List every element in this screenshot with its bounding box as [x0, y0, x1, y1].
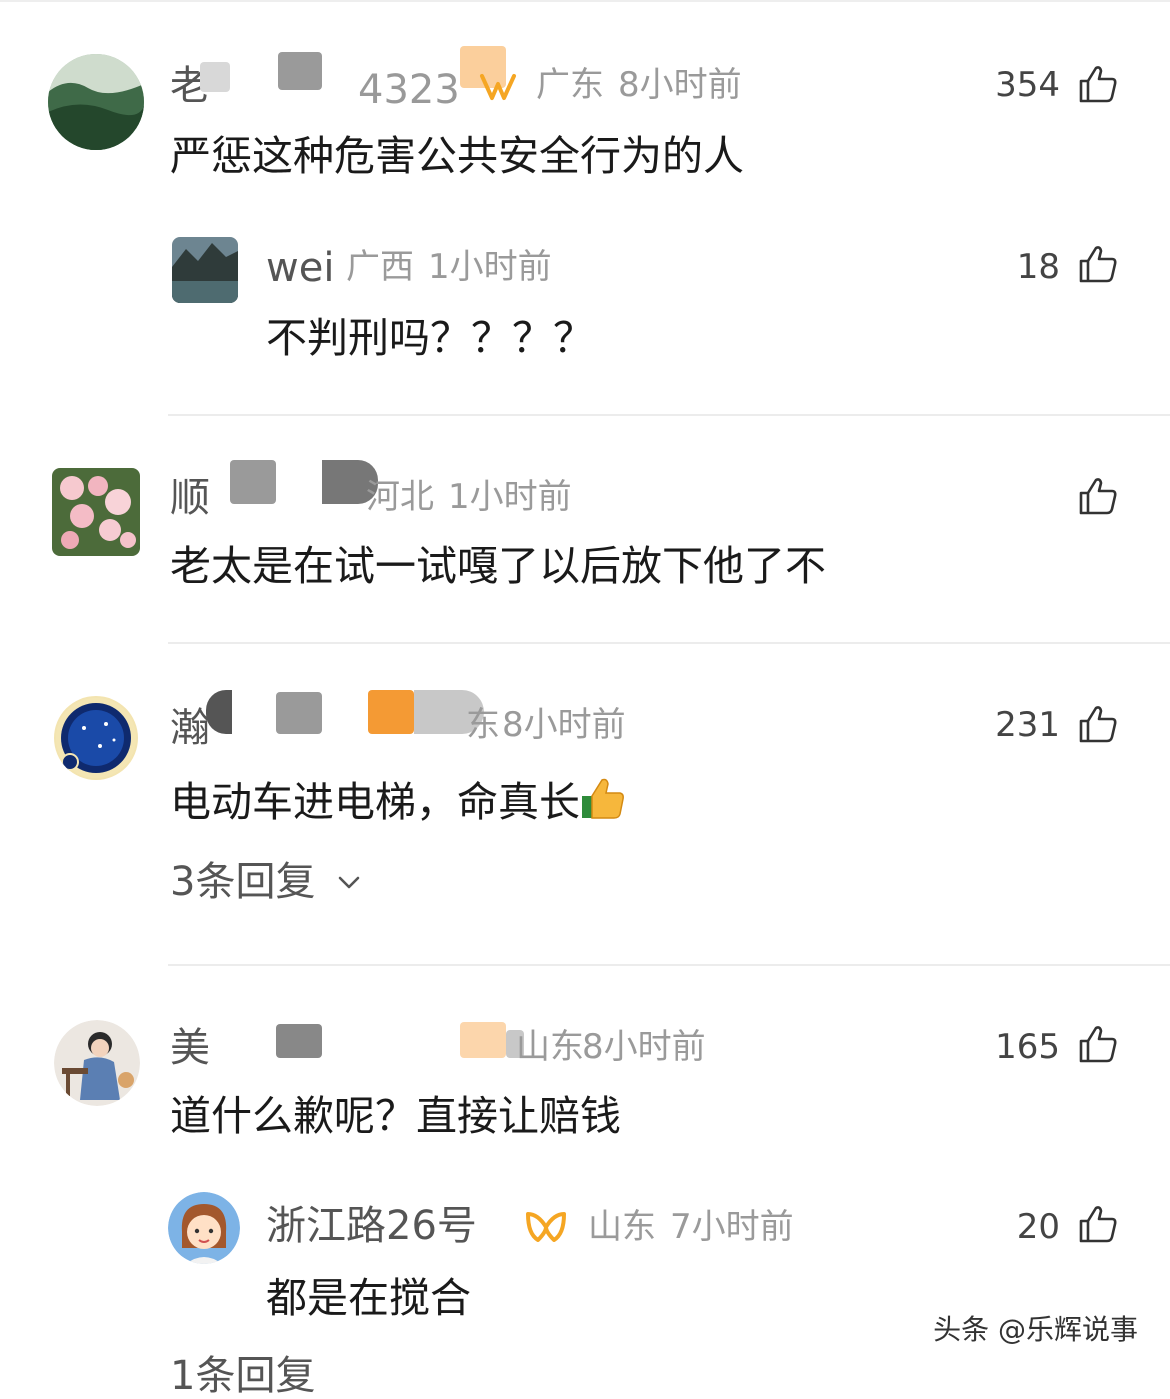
- comment-text: 道什么歉呢？直接让赔钱: [170, 1092, 621, 1140]
- privacy-mask: [276, 692, 322, 734]
- divider: [168, 964, 1170, 966]
- like-icon[interactable]: [1078, 1204, 1118, 1244]
- comment-text: 严惩这种危害公共安全行为的人: [170, 132, 744, 180]
- watermark: 头条 @乐辉说事: [927, 1306, 1144, 1350]
- vip-badge-icon: [524, 1208, 568, 1246]
- reply-time: 7小时前: [670, 1207, 794, 1247]
- like-count: 18: [1016, 247, 1060, 287]
- show-replies-link[interactable]: 1条回复: [170, 1356, 315, 1396]
- like-icon[interactable]: [1078, 64, 1118, 104]
- like-icon[interactable]: [1078, 1024, 1118, 1064]
- comment-time: 8小时前: [618, 65, 742, 105]
- reply-author[interactable]: wei: [266, 248, 334, 288]
- comment-text-body: 电动车进电梯，命真长: [170, 778, 580, 826]
- vip-badge-icon: [478, 70, 518, 104]
- comment-author[interactable]: 顺: [170, 478, 210, 518]
- avatar[interactable]: [54, 696, 138, 780]
- privacy-mask: [460, 1022, 506, 1058]
- comment-location: 河北: [366, 477, 434, 517]
- comment-time: 8小时前: [582, 1027, 706, 1067]
- privacy-mask: [230, 460, 276, 504]
- privacy-mask: [368, 690, 414, 734]
- avatar[interactable]: [48, 54, 144, 150]
- privacy-mask: [278, 52, 322, 90]
- reply-location: 广西: [346, 247, 414, 287]
- comment-location: 东: [466, 705, 500, 745]
- avatar[interactable]: [52, 468, 140, 556]
- thumbs-up-emoji-icon: [580, 776, 626, 822]
- privacy-mask: [276, 1024, 322, 1058]
- reply-avatar[interactable]: [168, 1192, 240, 1264]
- avatar[interactable]: [54, 1020, 140, 1106]
- comment-time: 1小时前: [448, 477, 572, 517]
- like-count: 165: [995, 1027, 1060, 1067]
- like-count: 354: [995, 65, 1060, 105]
- replies-label: 3条回复: [170, 859, 316, 905]
- comment-text: 老太是在试一试嘎了以后放下他了不: [170, 542, 826, 590]
- comment-text: 电动车进电梯，命真长: [170, 776, 626, 823]
- reply-avatar[interactable]: [172, 237, 238, 303]
- comment-author[interactable]: 瀚: [170, 708, 210, 748]
- reply-time: 1小时前: [428, 247, 552, 287]
- privacy-mask: [200, 62, 230, 92]
- comment-location: 广东: [536, 65, 604, 105]
- reply-text: 不判刑吗？？？？: [266, 314, 594, 362]
- reply-location: 山东: [588, 1207, 656, 1247]
- comment-author-tail: 4323: [358, 67, 460, 113]
- like-count: 231: [995, 705, 1060, 745]
- like-icon[interactable]: [1078, 244, 1118, 284]
- reply-text: 都是在搅合: [266, 1274, 471, 1322]
- like-icon[interactable]: [1078, 704, 1118, 744]
- comment-time: 8小时前: [502, 705, 626, 745]
- show-replies-link[interactable]: 3条回复: [170, 862, 364, 902]
- divider: [168, 642, 1170, 644]
- top-edge: [0, 0, 1170, 2]
- comment-author[interactable]: 美: [170, 1028, 210, 1068]
- divider: [168, 414, 1170, 416]
- like-count: 20: [1016, 1207, 1060, 1247]
- reply-author[interactable]: 浙江路26号: [266, 1206, 477, 1246]
- like-icon[interactable]: [1078, 476, 1118, 516]
- chevron-down-icon: [334, 864, 364, 894]
- comment-location: 山东: [516, 1027, 584, 1067]
